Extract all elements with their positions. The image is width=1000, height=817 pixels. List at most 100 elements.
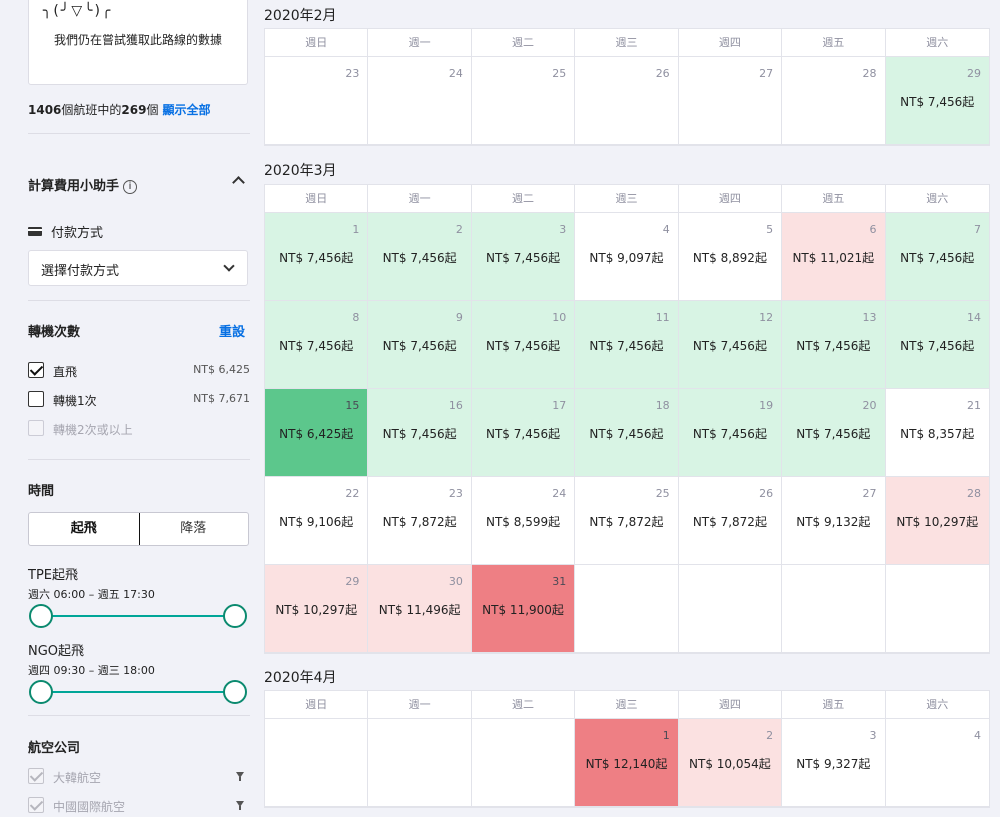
day-cell[interactable]: 28: [782, 57, 886, 145]
day-cell[interactable]: 23: [265, 57, 369, 145]
info-icon[interactable]: i: [123, 180, 138, 194]
ngo-slider-title: NGO起飛: [28, 644, 85, 659]
show-all-link[interactable]: 顯示全部: [163, 103, 211, 117]
day-cell[interactable]: 12 NT$ 7,456起: [678, 301, 783, 389]
day-price: NT$ 7,456起: [485, 251, 561, 265]
day-cell[interactable]: 20 NT$ 7,456起: [782, 389, 886, 477]
day-cell[interactable]: 28 NT$ 10,297起: [885, 477, 989, 565]
day-cell[interactable]: 24 NT$ 8,599起: [471, 477, 576, 565]
weekday-label: 週二: [471, 29, 576, 57]
day-cell[interactable]: 9 NT$ 7,456起: [368, 301, 472, 389]
day-cell[interactable]: 4: [885, 719, 989, 807]
tpe-slider-handle-start[interactable]: [29, 604, 53, 628]
month-title: 2020年2月: [264, 8, 337, 24]
day-cell[interactable]: 7 NT$ 7,456起: [885, 213, 989, 301]
day-number: 6: [869, 223, 877, 236]
day-cell[interactable]: 29 NT$ 10,297起: [265, 565, 369, 653]
ngo-slider-range: 週四 09:30 – 週三 18:00: [28, 664, 155, 677]
day-cell[interactable]: 24: [368, 57, 472, 145]
stop-option-one[interactable]: 轉機1次 NT$ 7,671: [28, 389, 250, 409]
day-cell[interactable]: 17 NT$ 7,456起: [471, 389, 576, 477]
reset-stops-link[interactable]: 重設: [219, 321, 245, 340]
week-row: 23 24 25 26 27 28 29 NT$ 7,456起: [265, 57, 989, 145]
ngo-slider-handle-end[interactable]: [223, 680, 247, 704]
ngo-slider-handle-start[interactable]: [29, 680, 53, 704]
day-number: 23: [345, 67, 360, 80]
day-cell[interactable]: 21 NT$ 8,357起: [885, 389, 989, 477]
day-cell[interactable]: 15 NT$ 6,425起: [265, 389, 369, 477]
empty-day-cell: [265, 719, 369, 807]
day-price: NT$ 7,456起: [485, 427, 561, 441]
day-number: 26: [759, 487, 774, 500]
day-cell[interactable]: 18 NT$ 7,456起: [575, 389, 679, 477]
day-cell[interactable]: 25: [471, 57, 576, 145]
weekday-label: 週六: [885, 29, 989, 57]
card-icon: [28, 227, 42, 236]
tpe-slider-track[interactable]: [40, 615, 235, 617]
day-number: 10: [552, 311, 567, 324]
day-price: NT$ 7,456起: [485, 339, 561, 353]
divider: [28, 133, 250, 134]
stop-option-direct[interactable]: 直飛 NT$ 6,425: [28, 360, 250, 380]
day-cell[interactable]: 3 NT$ 9,327起: [782, 719, 886, 807]
day-cell[interactable]: 16 NT$ 7,456起: [368, 389, 472, 477]
day-cell[interactable]: 23 NT$ 7,872起: [368, 477, 472, 565]
day-cell[interactable]: 27 NT$ 9,132起: [782, 477, 886, 565]
day-number: 9: [455, 311, 463, 324]
day-price: NT$ 10,054起: [689, 757, 771, 771]
day-cell[interactable]: 22 NT$ 9,106起: [265, 477, 369, 565]
tpe-slider-title: TPE起飛: [28, 568, 78, 583]
day-cell[interactable]: 6 NT$ 11,021起: [782, 213, 886, 301]
count-shown: 269: [121, 103, 147, 117]
day-cell[interactable]: 1 NT$ 7,456起: [265, 213, 369, 301]
chevron-up-icon[interactable]: [232, 176, 245, 189]
day-cell[interactable]: 3 NT$ 7,456起: [471, 213, 576, 301]
day-cell[interactable]: 13 NT$ 7,456起: [782, 301, 886, 389]
day-number: 8: [352, 311, 360, 324]
tab-arrival[interactable]: 降落: [139, 513, 249, 545]
payment-method-select[interactable]: 選擇付款方式: [28, 250, 248, 286]
day-cell[interactable]: 26: [575, 57, 679, 145]
week-row: 29 NT$ 10,297起 30 NT$ 11,496起 31 NT$ 11,900起: [265, 565, 989, 653]
day-cell[interactable]: 31 NT$ 11,900起: [471, 565, 576, 653]
tab-departure[interactable]: 起飛: [29, 513, 140, 545]
day-cell[interactable]: 2 NT$ 7,456起: [368, 213, 472, 301]
day-cell[interactable]: 30 NT$ 11,496起: [368, 565, 472, 653]
day-cell[interactable]: 10 NT$ 7,456起: [471, 301, 576, 389]
day-cell[interactable]: 19 NT$ 7,456起: [678, 389, 783, 477]
weekday-header: 週日 週一 週二 週三 週四 週五 週六: [265, 691, 989, 719]
month-grid: 週日 週一 週二 週三 週四 週五 週六 1 NT$ 12,140起 2 NT$ 10,054起 3 N…: [264, 690, 990, 808]
tpe-slider-handle-end[interactable]: [223, 604, 247, 628]
day-cell[interactable]: 25 NT$ 7,872起: [575, 477, 679, 565]
filter-sidebar: ╮(╯▽╰)╭ 我們仍在嘗試獲取此路線的數據 1406個航班中的269個 顯示全部…: [0, 0, 262, 817]
day-price: NT$ 7,456起: [692, 339, 767, 353]
price-calc-header[interactable]: 計算費用小助手 i: [28, 175, 138, 194]
checkbox-icon[interactable]: [28, 362, 44, 378]
day-cell[interactable]: 29 NT$ 7,456起: [885, 57, 989, 145]
day-number: 30: [448, 575, 463, 588]
filter-icon[interactable]: [236, 772, 244, 781]
weekday-label: 週四: [678, 29, 783, 57]
day-number: 1: [662, 729, 670, 742]
day-price: NT$ 6,425起: [279, 427, 354, 441]
day-cell[interactable]: 2 NT$ 10,054起: [678, 719, 783, 807]
day-cell[interactable]: 14 NT$ 7,456起: [885, 301, 989, 389]
payment-method-label: 付款方式: [28, 222, 103, 241]
filter-icon[interactable]: [236, 801, 244, 810]
day-cell[interactable]: 5 NT$ 8,892起: [678, 213, 783, 301]
week-row: 22 NT$ 9,106起 23 NT$ 7,872起 24 NT$ 8,599起 25 NT…: [265, 477, 989, 565]
day-cell[interactable]: 26 NT$ 7,872起: [678, 477, 783, 565]
day-price: NT$ 7,456起: [900, 95, 975, 109]
day-number: 26: [655, 67, 670, 80]
day-price: NT$ 11,900起: [482, 603, 564, 617]
day-cell[interactable]: 8 NT$ 7,456起: [265, 301, 369, 389]
weekday-label: 週六: [885, 185, 989, 213]
day-cell[interactable]: 27: [678, 57, 783, 145]
day-number: 25: [552, 67, 567, 80]
ngo-slider-track[interactable]: [40, 691, 235, 693]
empty-day-cell: [471, 719, 576, 807]
day-cell[interactable]: 11 NT$ 7,456起: [575, 301, 679, 389]
checkbox-icon[interactable]: [28, 391, 44, 407]
day-cell[interactable]: 4 NT$ 9,097起: [575, 213, 679, 301]
day-cell[interactable]: 1 NT$ 12,140起: [575, 719, 679, 807]
